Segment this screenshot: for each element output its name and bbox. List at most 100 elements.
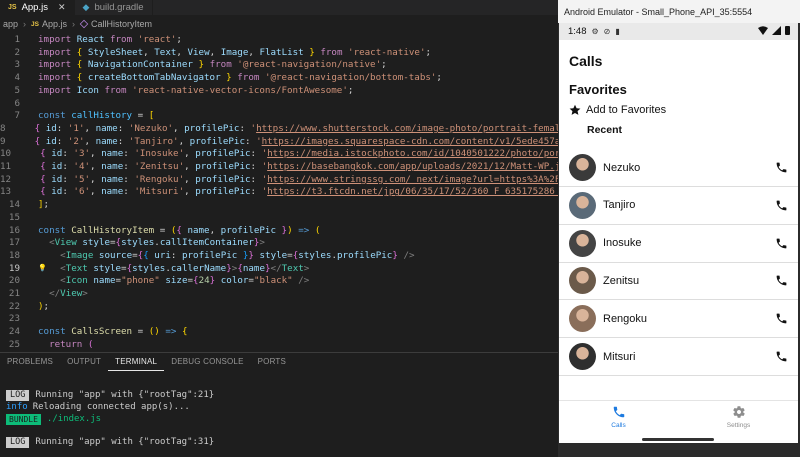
log-badge: LOG [6, 389, 30, 401]
code-text: ); [38, 300, 50, 312]
phone-icon[interactable] [775, 199, 788, 212]
tab-terminal[interactable]: TERMINAL [108, 353, 165, 371]
caller-name: Mitsuri [603, 350, 636, 363]
code-line: 24 const CallsScreen = () => { [0, 325, 560, 338]
code-text: { id: '3', name: 'Inosuke', profilePic: … [40, 148, 588, 160]
code-text: ]; [38, 199, 50, 211]
phone-icon[interactable] [775, 274, 788, 287]
line-number: 13 [0, 186, 12, 198]
tab-debug-console[interactable]: DEBUG CONSOLE [164, 353, 250, 371]
avatar [569, 343, 596, 370]
gear-icon [732, 406, 745, 418]
tab-build-gradle[interactable]: ◆ build.gradle [75, 0, 153, 15]
phone-icon[interactable] [775, 161, 788, 174]
line-number: 7 [14, 110, 20, 122]
terminal-line: LOG Running "app" with {"rootTag":21} [6, 389, 214, 401]
line-number: 19 [8, 262, 20, 274]
line-number: 22 [8, 300, 20, 312]
tab-calls[interactable]: Calls [559, 405, 678, 429]
call-list-item[interactable]: Rengoku [559, 300, 798, 339]
code-text: </View> [49, 288, 88, 299]
code-line: 25 return ( [0, 338, 560, 351]
add-to-favorites-label: Add to Favorites [586, 104, 667, 116]
line-number: 6 [14, 97, 20, 109]
terminal-line: LOG Running "app" with {"rootTag":31} [6, 436, 214, 448]
close-icon[interactable]: ✕ [58, 2, 66, 13]
line-number: 10 [0, 148, 12, 160]
code-line: 13 { id: '6', name: 'Mitsuri', profilePi… [0, 185, 588, 198]
signal-icon [772, 26, 781, 35]
code-text: import { NavigationContainer } from '@re… [38, 59, 387, 71]
line-number: 2 [14, 46, 20, 58]
line-number: 5 [14, 84, 20, 96]
line-number: 11 [0, 161, 12, 172]
code-text: { id: '1', name: 'Nezuko', profilePic: '… [34, 122, 583, 134]
status-time: 1:48 [568, 26, 587, 37]
add-to-favorites-button[interactable]: Add to Favorites [569, 104, 666, 116]
code-text: import React from 'react'; [38, 34, 182, 45]
recent-heading: Recent [587, 124, 623, 136]
breadcrumb-folder[interactable]: app [3, 19, 18, 29]
avatar [569, 229, 596, 257]
code-area[interactable]: 1 import React from 'react'; 2 import { Sty… [0, 33, 588, 351]
line-number: 16 [8, 224, 20, 236]
bottom-tab-bar: Calls Settings [559, 400, 798, 443]
phone-icon[interactable] [775, 350, 788, 363]
home-indicator[interactable] [642, 438, 714, 441]
status-icons [758, 26, 790, 35]
call-list-item[interactable]: Zenitsu [559, 262, 798, 301]
code-text: <View style={styles.callItemContainer}> [49, 237, 265, 249]
terminal-output[interactable]: LOG Running "app" with {"rootTag":21} in… [0, 371, 560, 457]
favorites-heading: Favorites [569, 82, 627, 97]
call-list-item[interactable]: Mitsuri [559, 338, 798, 376]
wifi-icon [758, 26, 768, 35]
tab-problems[interactable]: PROBLEMS [0, 353, 60, 371]
code-line: 22); [0, 300, 560, 313]
code-line: 16 const CallHistoryItem = ({ name, profi… [0, 224, 560, 237]
tab-ports[interactable]: PORTS [251, 353, 293, 371]
star-icon [569, 104, 581, 115]
terminal-text: Running "app" with {"rootTag":21} [35, 390, 215, 400]
line-number: 24 [8, 326, 20, 338]
line-number: 23 [8, 313, 20, 325]
call-list-item[interactable]: Nezuko [559, 149, 798, 187]
code-line: 19 <Text style={styles.callerName}>{name… [0, 262, 560, 275]
tab-settings-label: Settings [726, 422, 751, 429]
tab-settings[interactable]: Settings [679, 405, 798, 429]
code-text: import { createBottomTabNavigator } from… [38, 72, 442, 84]
info-prefix: info [6, 402, 28, 412]
code-line: 3 import { NavigationContainer } from '@r… [0, 58, 560, 71]
lightbulb-icon[interactable]: 💡 [38, 264, 47, 272]
tab-label: build.gradle [94, 2, 144, 13]
sim-card-icon: ▮ [615, 27, 620, 36]
avatar [569, 267, 596, 295]
tab-output[interactable]: OUTPUT [60, 353, 108, 371]
breadcrumb-symbol[interactable]: CallHistoryItem [91, 19, 152, 29]
phone-icon[interactable] [775, 312, 788, 325]
code-line: 12 { id: '5', name: 'Rengoku', profilePi… [0, 173, 588, 186]
code-line: 15 [0, 211, 560, 224]
code-line: 2 import { StyleSheet, Text, View, Image,… [0, 46, 560, 59]
call-list-item[interactable]: Tanjiro [559, 187, 798, 225]
terminal-text: Running "app" with {"rootTag":31} [35, 437, 215, 447]
code-text: <Text style={styles.callerName}>{name}</… [60, 262, 310, 274]
avatar [569, 154, 596, 181]
line-number: 12 [0, 173, 12, 185]
page-title: Calls [569, 53, 603, 69]
avatar [569, 191, 596, 219]
call-list-item[interactable]: Inosuke [559, 225, 798, 263]
code-text: return ( [49, 338, 94, 350]
code-text: const CallsScreen = () => { [38, 326, 188, 338]
settings-status-icon: ⚙ [591, 27, 599, 36]
code-text: const callHistory = [ [38, 110, 155, 122]
terminal-text: ./index.js [46, 414, 102, 424]
code-line: 23 [0, 312, 560, 325]
code-text: <Icon name="phone" size={24} color="blac… [60, 275, 310, 287]
line-number: 18 [8, 249, 20, 261]
phone-icon[interactable] [775, 237, 788, 250]
breadcrumb: app › JS App.js › CallHistoryItem [0, 16, 152, 32]
tab-app-js[interactable]: JS App.js ✕ [0, 0, 75, 15]
terminal-line: info Reloading connected app(s)... [6, 401, 190, 413]
status-bar: 1:48 ⚙ ⊘ ▮ [559, 23, 798, 40]
breadcrumb-file[interactable]: App.js [42, 19, 67, 29]
